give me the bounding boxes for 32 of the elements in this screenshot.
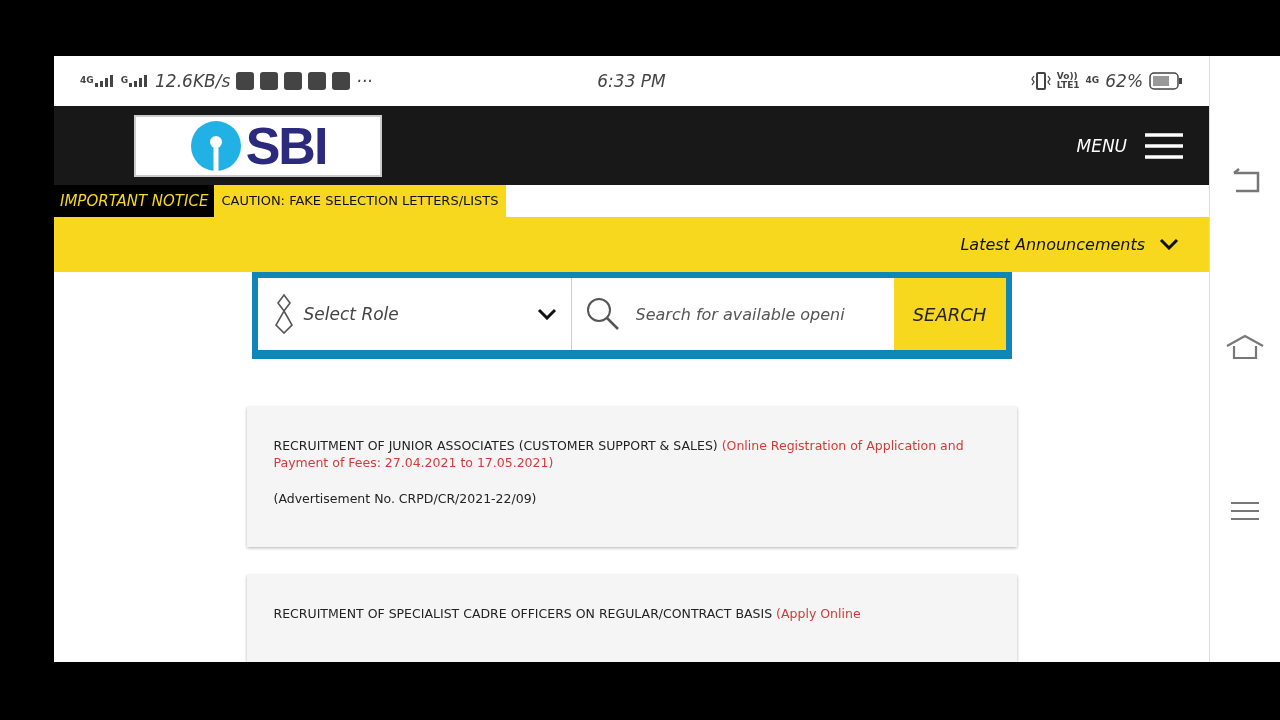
network-label: 4G: [80, 74, 94, 85]
logo-icon: [189, 119, 242, 172]
more-icon: ···: [356, 70, 373, 91]
announcement-title[interactable]: RECRUITMENT OF JUNIOR ASSOCIATES (CUSTOMER SUPPORT & SALES) (Online Registration of Application and Payment of Fees: 27.04.2021 to 17.05.2021): [273, 437, 990, 471]
menu-icon[interactable]: [1231, 501, 1260, 522]
announcement-title[interactable]: RECRUITMENT OF SPECIALIST CADRE OFFICERS ON REGULAR/CONTRACT BASIS (Apply Online: [273, 605, 990, 622]
vibrate-icon: [1030, 71, 1051, 90]
signal-icon: [129, 74, 150, 87]
role-dropdown[interactable]: Select Role: [257, 278, 572, 350]
logo-text: SBI: [245, 115, 327, 176]
notice-label: IMPORTANT NOTICE: [54, 185, 215, 217]
clock: 6:33 PM: [597, 70, 666, 91]
battery-icon: [1149, 71, 1184, 90]
logo[interactable]: SBI: [134, 114, 382, 177]
data-label: 4G: [1085, 76, 1100, 86]
chevron-icon: [1159, 238, 1180, 251]
home-icon[interactable]: [1225, 334, 1266, 360]
menu-icon: [1145, 132, 1184, 159]
notice-link[interactable]: CAUTION: FAKE SELECTION LETTERS/LISTS: [214, 185, 506, 217]
battery-percent: 62%: [1105, 70, 1144, 91]
announcements-toggle[interactable]: Latest Announcements: [954, 233, 1186, 255]
network-label: G: [120, 74, 129, 85]
search-icon: [585, 297, 620, 331]
advertisement-number: (Advertisement No. CRPD/CR/2021-22/09): [273, 490, 538, 507]
tie-icon: [273, 294, 294, 334]
menu-button[interactable]: MENU: [1076, 132, 1184, 159]
lte-label: LTE1: [1056, 80, 1080, 90]
chevron-icon: [536, 308, 557, 320]
volte-label: Vo)): [1056, 71, 1078, 81]
signal-icon: [94, 74, 115, 87]
search-button[interactable]: SEARCH: [893, 278, 1006, 350]
network-speed: 12.6KB/s: [155, 70, 231, 91]
